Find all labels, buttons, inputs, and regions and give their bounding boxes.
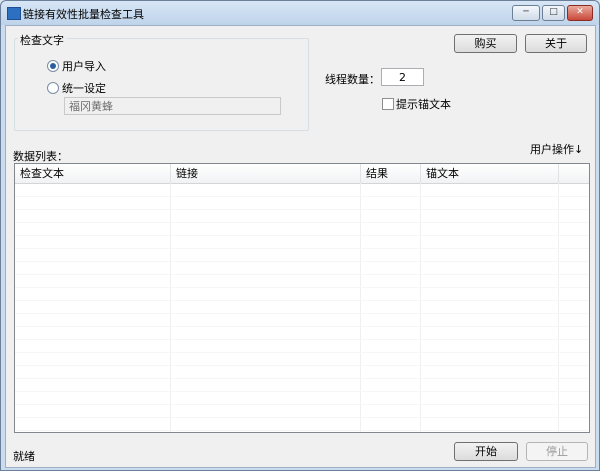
thread-count-input[interactable]: 2 <box>381 68 424 86</box>
main-window: 链接有效性批量检查工具 ─ □ ✕ 检查文字 用户导入 统一设定 福冈黄蜂 购买… <box>0 0 600 471</box>
row-gridline <box>15 404 589 405</box>
client-area: 检查文字 用户导入 统一设定 福冈黄蜂 购买 关于 线程数量： 2 提示锚文本 … <box>5 25 596 468</box>
column-divider <box>360 183 361 432</box>
start-button[interactable]: 开始 <box>454 442 518 461</box>
row-gridline <box>15 326 589 327</box>
radio-user-import[interactable] <box>47 60 59 72</box>
data-list-label: 数据列表： <box>13 150 68 163</box>
row-gridline <box>15 365 589 366</box>
row-gridline <box>15 300 589 301</box>
close-button[interactable]: ✕ <box>567 5 593 21</box>
title-bar[interactable]: 链接有效性批量检查工具 ─ □ ✕ <box>1 1 599 25</box>
row-gridline <box>15 196 589 197</box>
column-divider <box>420 183 421 432</box>
radio-unified-setting-label[interactable]: 统一设定 <box>62 80 106 96</box>
row-gridline <box>15 287 589 288</box>
check-text-group-title: 检查文字 <box>18 32 66 48</box>
column-header-check-text[interactable]: 检查文本 <box>15 164 171 183</box>
window-title: 链接有效性批量检查工具 <box>23 8 144 21</box>
row-gridline <box>15 235 589 236</box>
stop-button[interactable]: 停止 <box>526 442 588 461</box>
anchor-text-checkbox[interactable] <box>382 98 394 110</box>
about-button[interactable]: 关于 <box>525 34 587 53</box>
data-list-header: 检查文本 链接 结果 锚文本 <box>15 164 589 184</box>
column-header-link[interactable]: 链接 <box>171 164 361 183</box>
app-icon <box>7 7 21 20</box>
row-gridline <box>15 378 589 379</box>
row-gridline <box>15 430 589 431</box>
column-divider <box>170 183 171 432</box>
row-gridline <box>15 261 589 262</box>
minimize-button[interactable]: ─ <box>512 5 540 21</box>
column-header-result[interactable]: 结果 <box>361 164 421 183</box>
anchor-text-label[interactable]: 提示锚文本 <box>396 96 451 112</box>
column-divider <box>558 183 559 432</box>
buy-button[interactable]: 购买 <box>454 34 517 53</box>
radio-user-import-label[interactable]: 用户导入 <box>62 58 106 74</box>
row-gridline <box>15 339 589 340</box>
data-list[interactable]: 检查文本 链接 结果 锚文本 <box>14 163 590 433</box>
maximize-button[interactable]: □ <box>542 5 565 21</box>
thread-count-label: 线程数量： <box>325 73 380 86</box>
row-gridline <box>15 222 589 223</box>
row-gridline <box>15 209 589 210</box>
row-gridline <box>15 352 589 353</box>
row-gridline <box>15 391 589 392</box>
column-header-anchor-text[interactable]: 锚文本 <box>421 164 559 183</box>
radio-unified-setting[interactable] <box>47 82 59 94</box>
row-gridline <box>15 248 589 249</box>
row-gridline <box>15 274 589 275</box>
row-gridline <box>15 313 589 314</box>
data-list-body <box>15 183 589 432</box>
unified-text-field[interactable]: 福冈黄蜂 <box>64 97 281 115</box>
row-gridline <box>15 417 589 418</box>
column-header-extra[interactable] <box>559 164 589 183</box>
status-text: 就绪 <box>13 450 35 463</box>
user-ops-menu[interactable]: 用户操作↓ <box>530 141 583 157</box>
